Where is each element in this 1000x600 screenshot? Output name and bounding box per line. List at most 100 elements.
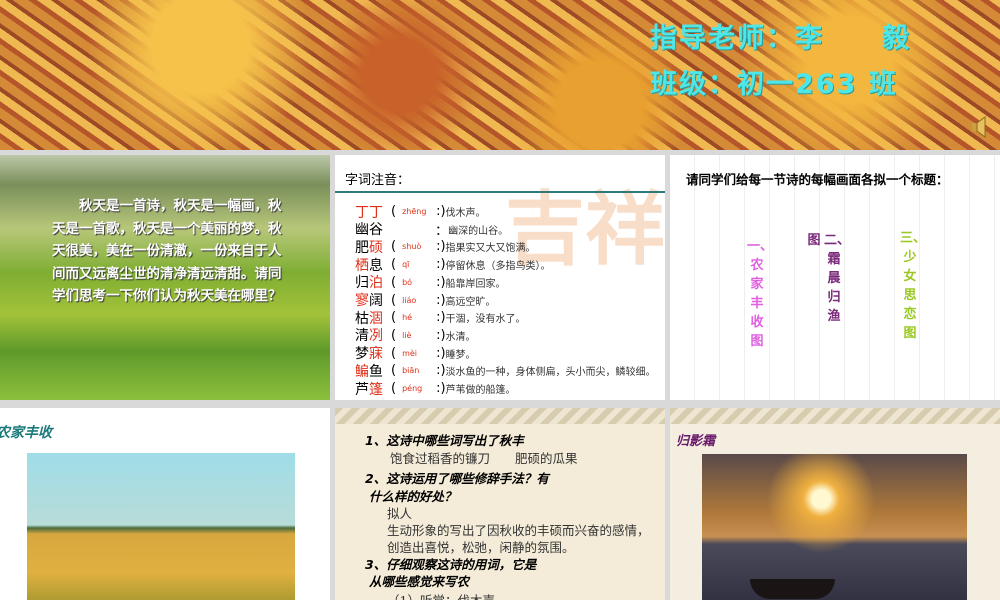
definition: 停留休息（多指鸟类）。 xyxy=(445,261,551,273)
pinyin: qī xyxy=(402,260,410,270)
pinyin: liáo xyxy=(402,295,417,305)
pinyin: biān xyxy=(402,366,420,376)
vocab-row: 归泊 ( bó:) 船靠岸回家。 xyxy=(355,274,506,292)
slide-vocabulary[interactable]: 吉祥 字词注音： 丁丁(zhēng:) 伐木声。 幽谷 ：幽深的山谷。 肥硕(shuò… xyxy=(335,155,665,400)
definition: 幽深的山谷。 xyxy=(448,225,509,237)
pinyin: hé xyxy=(402,313,413,323)
definition: 淡水鱼的一种，身体侧扁，头小而尖，鳞较细。 xyxy=(445,367,656,379)
definition: 芦苇做的船篷。 xyxy=(445,385,516,396)
paren: ( xyxy=(391,239,397,255)
vocab-row: 芦篷 ( péng:) 芦苇做的船篷。 xyxy=(355,380,516,398)
word-part: 丁丁 xyxy=(355,204,383,221)
decorative-border xyxy=(335,408,665,424)
pinyin: mèi xyxy=(402,348,418,358)
vocab-row: 鳊鱼 ( biān:) 淡水鱼的一种，身体侧扁，头小而尖，鳞较细。 xyxy=(355,362,656,380)
decorative-border xyxy=(670,408,1000,424)
slide-questions[interactable]: 1、这诗中哪些词写出了秋丰 饱食过稻香的镰刀 肥硕的瓜果 2、这诗运用了哪些修辞… xyxy=(335,408,665,600)
pinyin: shuò xyxy=(402,242,422,252)
separator: :) xyxy=(436,345,446,361)
definition: 船靠岸回家。 xyxy=(445,278,506,290)
word-part: 枯 xyxy=(355,310,369,327)
title-1: 一、农家丰收图 xyxy=(747,239,774,349)
word-part: 芦 xyxy=(355,381,369,398)
definition: 水清。 xyxy=(445,331,476,343)
word-part: 寐 xyxy=(369,346,383,363)
word-part: 硕 xyxy=(369,239,383,256)
title-2-extra: 图 xyxy=(807,233,821,248)
paren: ( xyxy=(391,310,397,326)
word-part: 阔 xyxy=(369,293,383,309)
title-3: 三、少女思恋图 xyxy=(900,231,927,341)
wheat-field-photo xyxy=(27,453,295,600)
vocab-row: 寥阔 ( liáo:) 高远空旷。 xyxy=(355,292,496,310)
definition: 指果实又大又饱满。 xyxy=(445,243,536,255)
poem-text: 秋天是一首诗，秋天是一幅画，秋天是一首歌，秋天是一个美丽的梦。秋天很美，美在一份… xyxy=(52,198,282,305)
separator: :) xyxy=(436,292,446,308)
definition: 伐木声。 xyxy=(445,208,486,219)
vocab-row: 梦寐 (mèi:) 睡梦。 xyxy=(355,345,476,363)
word-part: 鱼 xyxy=(369,363,383,380)
divider xyxy=(335,191,665,193)
word-part: 栖 xyxy=(355,257,369,274)
pinyin: liè xyxy=(402,330,412,340)
question-2: 2、这诗运用了哪些修辞手法？有 xyxy=(365,471,549,486)
paren: ( xyxy=(391,274,397,290)
boat-silhouette xyxy=(750,579,835,599)
definition: 干涸，没有水了。 xyxy=(445,314,526,326)
word-part: 梦 xyxy=(355,346,369,363)
separator: :) xyxy=(436,204,446,219)
word-part: 泊 xyxy=(369,275,383,292)
slide-heading: 农家丰收 xyxy=(0,425,52,441)
slide-heading: 归影霜 xyxy=(676,434,716,449)
speaker-icon[interactable] xyxy=(970,116,988,138)
separator: ： xyxy=(435,223,449,239)
paren: ( xyxy=(391,381,397,396)
title-2: 二、霜晨归渔 xyxy=(824,233,851,324)
pinyin: péng xyxy=(402,384,423,393)
definition: 高远空旷。 xyxy=(445,296,496,308)
word-part: 涸 xyxy=(369,310,383,327)
paren: ( xyxy=(391,345,397,361)
slide-title-task[interactable]: 请同学们给每一节诗的每幅画面各拟一个标题： 一、农家丰收图 二、霜晨归渔 图 三… xyxy=(670,155,1000,400)
separator: :) xyxy=(436,327,446,343)
teacher-label: 指导老师：李 毅 xyxy=(650,23,911,54)
word-part: 鳊 xyxy=(355,363,369,380)
slide-poem-intro[interactable]: 秋天是一首诗，秋天是一幅画，秋天是一首歌，秋天是一个美丽的梦。秋天很美，美在一份… xyxy=(0,155,330,400)
separator: :) xyxy=(436,274,446,290)
word-part: 冽 xyxy=(369,328,383,345)
word-part: 寥 xyxy=(355,293,369,309)
vocab-row: 丁丁 ( zhēng:) 伐木声。 xyxy=(355,203,486,221)
word-part: 肥 xyxy=(355,239,369,256)
question-3-cont: 从哪些感觉来写农 xyxy=(369,574,470,589)
question-2-cont: 什么样的好处？ xyxy=(369,489,457,504)
answer-1: 饱食过稻香的镰刀 肥硕的瓜果 xyxy=(390,451,578,466)
class-label: 班级：初一263 班 xyxy=(650,69,898,100)
word-part: 清 xyxy=(355,328,369,345)
title-slide-banner[interactable]: 指导老师：李 毅 班级：初一263 班 xyxy=(0,0,1000,150)
word-part: 归 xyxy=(355,275,369,292)
paren: ( xyxy=(391,327,397,343)
pinyin: bó xyxy=(402,277,413,287)
separator: :) xyxy=(436,381,446,396)
task-prompt: 请同学们给每一节诗的每幅画面各拟一个标题： xyxy=(686,172,949,187)
paren: ( xyxy=(391,363,397,379)
vocab-heading: 字词注音： xyxy=(345,173,411,188)
vocab-row: 幽谷 ：幽深的山谷。 xyxy=(355,221,509,239)
paren: ( xyxy=(391,204,397,219)
answer-3: （1）听觉：伐木声 xyxy=(387,590,495,600)
word-part: 篷 xyxy=(369,381,383,398)
vocab-row: 栖息 (qī:) 停留休息（多指鸟类）。 xyxy=(355,256,551,274)
paren: ( xyxy=(391,292,397,308)
separator: :) xyxy=(436,310,446,326)
separator: :) xyxy=(436,257,446,273)
slide-fishing-dawn[interactable]: 归影霜 xyxy=(670,408,1000,600)
question-1: 1、这诗中哪些词写出了秋丰 xyxy=(365,433,524,448)
slide-harvest[interactable]: 农家丰收 xyxy=(0,408,330,600)
separator: :) xyxy=(436,363,446,379)
vocab-row: 清冽 ( liè:) 水清。 xyxy=(355,327,476,345)
paren xyxy=(391,222,395,237)
pinyin: zhēng xyxy=(402,207,427,216)
word-part: 幽谷 xyxy=(355,222,383,239)
vocab-row: 肥硕 (shuò:) 指果实又大又饱满。 xyxy=(355,238,536,256)
word-part: 息 xyxy=(369,257,383,274)
